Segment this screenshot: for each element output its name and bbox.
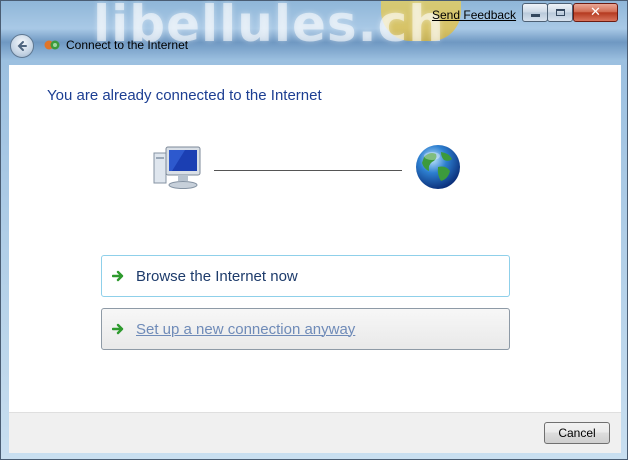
new-connection-command[interactable]: Set up a new connection anyway [101, 308, 510, 350]
green-arrow-icon [112, 269, 126, 283]
back-arrow-icon [17, 41, 27, 51]
wizard-content: You are already connected to the Interne… [9, 65, 621, 412]
maximize-icon [555, 9, 565, 16]
cancel-button[interactable]: Cancel [544, 422, 610, 444]
minimize-button[interactable] [522, 3, 548, 22]
browse-internet-command[interactable]: Browse the Internet now [101, 255, 510, 297]
close-icon: ✕ [590, 5, 601, 20]
maximize-button[interactable] [547, 3, 573, 22]
close-button[interactable]: ✕ [573, 3, 618, 22]
send-feedback-link[interactable]: Send Feedback [432, 8, 516, 22]
back-button[interactable] [10, 34, 34, 58]
computer-icon [153, 146, 201, 189]
connect-window: libellules.ch Send Feedback ✕ Connect to… [0, 0, 628, 460]
browse-internet-label: Browse the Internet now [136, 267, 298, 285]
wizard-footer: Cancel [9, 412, 621, 453]
page-heading: You are already connected to the Interne… [47, 87, 322, 104]
window-title: Connect to the Internet [66, 38, 189, 52]
connection-line [214, 170, 402, 171]
network-connection-icon [44, 40, 60, 50]
globe-icon [416, 145, 460, 189]
green-arrow-icon [112, 322, 126, 336]
minimize-icon [530, 14, 540, 17]
new-connection-label: Set up a new connection anyway [136, 320, 356, 338]
